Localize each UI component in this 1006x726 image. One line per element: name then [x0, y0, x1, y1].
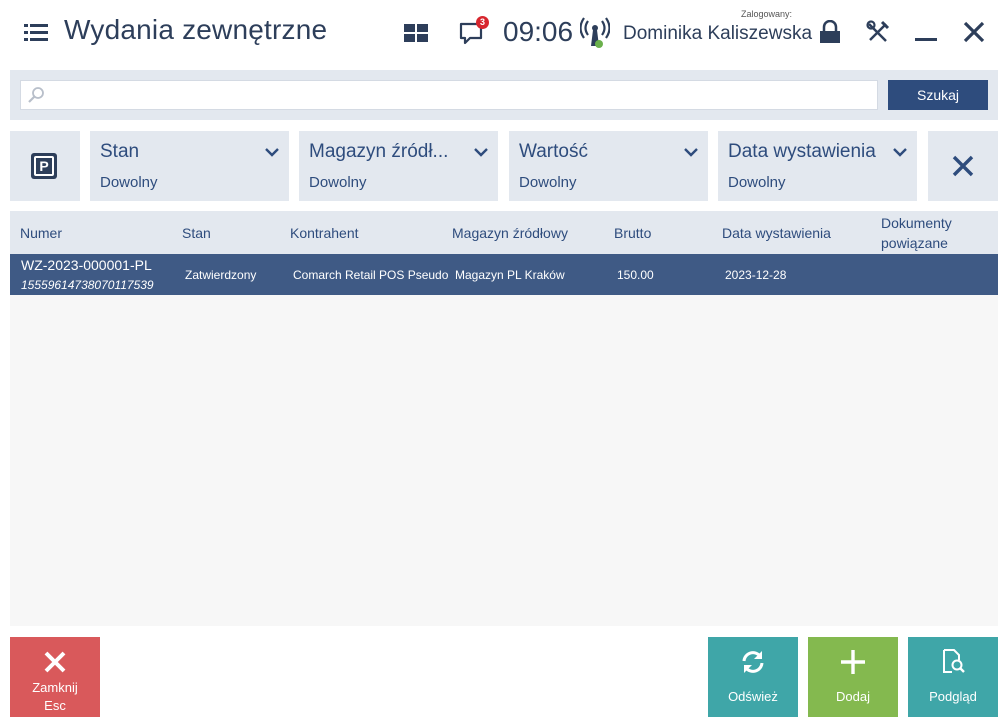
- column-related-docs-line1[interactable]: Dokumenty: [881, 215, 952, 231]
- refresh-button-label: Odśwież: [728, 689, 778, 704]
- column-source-warehouse[interactable]: Magazyn źródłowy: [452, 225, 568, 241]
- filter-value: Dowolny: [309, 174, 367, 191]
- chevron-down-icon: [684, 148, 698, 157]
- clear-filters-button[interactable]: [928, 131, 998, 201]
- parked-documents-button[interactable]: P: [10, 131, 80, 201]
- chevron-down-icon: [265, 148, 279, 157]
- search-input[interactable]: [51, 81, 871, 109]
- close-button[interactable]: Zamknij Esc: [10, 637, 100, 717]
- header: Wydania zewnętrzne 3 09:06 Zalogowany: D…: [0, 0, 1006, 70]
- filter-value: Dowolny: [100, 174, 158, 191]
- add-button[interactable]: Dodaj: [808, 637, 898, 717]
- search-bar: Szukaj: [10, 70, 998, 120]
- column-related-docs-line2[interactable]: powiązane: [881, 235, 948, 251]
- column-number[interactable]: Numer: [20, 225, 62, 241]
- column-gross[interactable]: Brutto: [614, 225, 651, 241]
- page-title: Wydania zewnętrzne: [64, 14, 328, 45]
- filter-label: Wartość: [519, 141, 588, 162]
- filters-bar: P Stan Dowolny Magazyn źródł... Dowolny …: [10, 131, 998, 201]
- clear-filters-icon: [952, 155, 974, 177]
- filter-value-range[interactable]: Wartość Dowolny: [509, 131, 708, 201]
- add-button-label: Dodaj: [836, 689, 870, 704]
- chevron-down-icon: [474, 148, 488, 157]
- filter-label: Stan: [100, 141, 140, 162]
- table-row[interactable]: WZ-2023-000001-PL 15559614738070117539 Z…: [10, 254, 998, 295]
- column-state[interactable]: Stan: [182, 225, 211, 241]
- documents-table: Numer Stan Kontrahent Magazyn źródłowy B…: [10, 211, 998, 626]
- close-x-icon: [44, 651, 66, 673]
- minimize-icon[interactable]: [914, 20, 938, 44]
- close-icon[interactable]: [962, 20, 986, 44]
- cell-code: 15559614738070117539: [21, 278, 154, 292]
- search-field[interactable]: [20, 80, 878, 110]
- user-name: Dominika Kaliszewska: [623, 23, 813, 44]
- chevron-down-icon: [893, 148, 907, 157]
- search-button[interactable]: Szukaj: [888, 80, 988, 110]
- filter-label: Magazyn źródł...: [309, 141, 449, 162]
- filter-issue-date[interactable]: Data wystawienia Dowolny: [718, 131, 917, 201]
- tiles-icon[interactable]: [404, 24, 428, 42]
- lock-icon[interactable]: [818, 19, 842, 44]
- signal-icon: [579, 16, 611, 50]
- cell-source-warehouse: Magazyn PL Kraków: [455, 268, 565, 282]
- close-button-label: Zamknij: [32, 680, 78, 695]
- plus-icon: [841, 650, 865, 674]
- close-button-shortcut: Esc: [44, 698, 66, 713]
- column-contractor[interactable]: Kontrahent: [290, 225, 359, 241]
- table-header: Numer Stan Kontrahent Magazyn źródłowy B…: [10, 211, 998, 254]
- notification-icon[interactable]: 3: [458, 16, 489, 46]
- filter-source-warehouse[interactable]: Magazyn źródł... Dowolny: [299, 131, 498, 201]
- app-window: Wydania zewnętrzne 3 09:06 Zalogowany: D…: [0, 0, 1006, 726]
- refresh-icon: [742, 651, 764, 673]
- document-preview-icon: [943, 649, 965, 673]
- parking-icon: P: [31, 153, 57, 179]
- refresh-button[interactable]: Odśwież: [708, 637, 798, 717]
- cell-number: WZ-2023-000001-PL: [21, 257, 152, 273]
- tools-icon[interactable]: [866, 20, 890, 44]
- cell-gross: 150.00: [617, 268, 654, 282]
- preview-button-label: Podgląd: [929, 689, 977, 704]
- preview-button[interactable]: Podgląd: [908, 637, 998, 717]
- column-issue-date[interactable]: Data wystawienia: [722, 225, 831, 241]
- hamburger-icon[interactable]: [24, 24, 48, 42]
- logged-in-label: Zalogowany:: [741, 9, 793, 19]
- cell-issue-date: 2023-12-28: [725, 268, 787, 282]
- clock: 09:06: [503, 16, 574, 47]
- notification-badge: 3: [476, 16, 489, 29]
- cell-contractor: Comarch Retail POS Pseudo: [293, 268, 449, 282]
- cell-state: Zatwierdzony: [185, 268, 257, 282]
- filter-label: Data wystawienia: [728, 141, 876, 162]
- filter-value: Dowolny: [728, 174, 786, 191]
- filter-state[interactable]: Stan Dowolny: [90, 131, 289, 201]
- search-icon: [27, 86, 45, 104]
- filter-value: Dowolny: [519, 174, 577, 191]
